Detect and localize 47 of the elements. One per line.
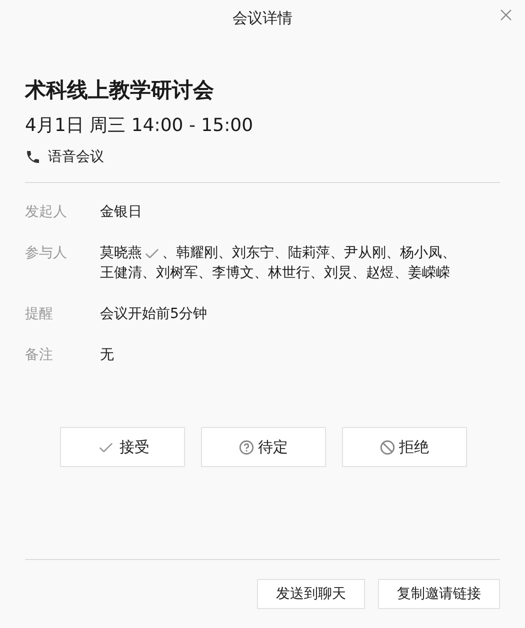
field-label: 备注 <box>25 346 54 365</box>
separator-text: 、 <box>142 265 156 281</box>
participant-name: 姜嵘嵘 <box>408 265 450 281</box>
separator-text: 、 <box>254 265 268 281</box>
meeting-type: 语音会议 <box>48 148 104 166</box>
check-icon <box>145 248 159 258</box>
field-value: 无 <box>100 346 114 365</box>
meeting-title: 术科线上教学研讨会 <box>25 77 215 104</box>
participant-name: 李博文 <box>212 265 254 281</box>
separator-text: 、 <box>394 265 408 281</box>
participant-name: 刘东宁 <box>232 245 274 261</box>
separator-text: 、 <box>442 245 456 261</box>
decline-button[interactable]: 拒绝 <box>342 427 467 467</box>
send-to-chat-button[interactable]: 发送到聊天 <box>257 579 365 609</box>
dialog-title: 会议详情 <box>232 8 292 28</box>
participant-name: 杨小凤 <box>400 245 442 261</box>
field-label: 参与人 <box>25 244 68 263</box>
participant-name: 刘树军 <box>156 265 198 281</box>
participant-name: 赵煜 <box>366 265 394 281</box>
separator-text: 、 <box>352 265 366 281</box>
copy-link-button[interactable]: 复制邀请链接 <box>378 579 500 609</box>
close-icon[interactable] <box>500 9 512 21</box>
participant-name: 林世行 <box>268 265 310 281</box>
participant-name: 刘炅 <box>324 265 352 281</box>
field-value: 金银日 <box>100 203 142 222</box>
tentative-button[interactable]: 待定 <box>201 427 326 467</box>
field-label: 提醒 <box>25 305 54 324</box>
phone-icon <box>25 149 41 165</box>
separator-text: 、 <box>330 245 344 261</box>
participant-name: 王健清 <box>100 265 142 281</box>
separator-text: 、 <box>162 245 176 261</box>
separator-text: 、 <box>310 265 324 281</box>
prohibited-icon <box>380 440 395 454</box>
participant-name: 韩耀刚 <box>176 245 218 261</box>
field-value: 会议开始前5分钟 <box>100 305 207 324</box>
participant-name: 陆莉萍 <box>288 245 330 261</box>
check-icon <box>98 442 112 452</box>
separator-text: 、 <box>198 265 212 281</box>
question-icon <box>239 440 254 454</box>
participant-name: 尹从刚 <box>344 245 386 261</box>
meeting-time: 4月1日 周三 14:00 - 15:00 <box>25 114 254 138</box>
separator-text: 、 <box>386 245 400 261</box>
accept-button[interactable]: 接受 <box>60 427 185 467</box>
separator-text: 、 <box>218 245 232 261</box>
participant-name: 莫晓燕 <box>100 245 142 261</box>
field-label: 发起人 <box>25 203 68 222</box>
separator-text: 、 <box>274 245 288 261</box>
